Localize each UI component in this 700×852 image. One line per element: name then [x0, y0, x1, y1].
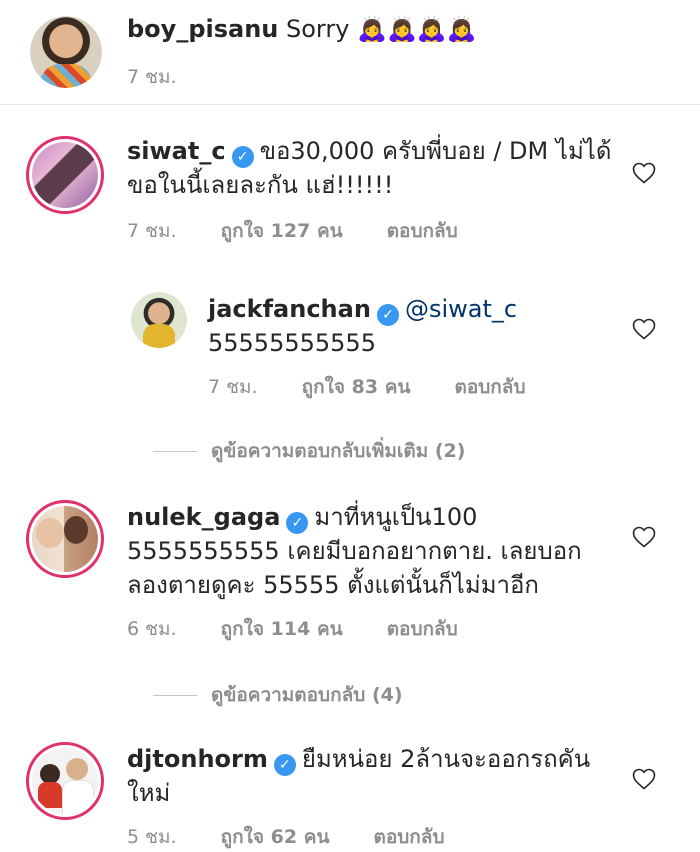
avatar[interactable]: [26, 500, 104, 578]
comment-username[interactable]: jackfanchan: [208, 295, 371, 323]
view-more-replies-label: ดูข้อความตอบกลับเพิ่มเติม (2): [211, 440, 466, 462]
reply-item: jackfanchan ✓ @siwat_c 55555555555 7 ชม. ถ…: [0, 280, 700, 400]
caption-time: 7 ชม.: [127, 66, 177, 88]
avatar-photo: [32, 142, 98, 208]
divider: [0, 104, 700, 105]
avatar[interactable]: [131, 292, 187, 348]
heart-icon[interactable]: [632, 526, 656, 548]
avatar[interactable]: [26, 742, 104, 820]
reply-button[interactable]: ตอบกลับ: [387, 614, 458, 644]
comment-username[interactable]: siwat_c: [127, 137, 226, 165]
view-more-replies-button[interactable]: ดูข้อความตอบกลับเพิ่มเติม (2): [153, 436, 465, 466]
comment-likes[interactable]: ถูกใจ 114 คน: [221, 614, 343, 644]
caption-username[interactable]: boy_pisanu: [127, 15, 278, 43]
reply-button[interactable]: ตอบกลับ: [387, 216, 458, 246]
caption-text: Sorry 🙇‍♀️🙇‍♀️🙇‍♀️🙇‍♀️: [286, 15, 477, 43]
comment-likes[interactable]: ถูกใจ 62 คน: [221, 822, 330, 852]
verified-badge-icon: ✓: [376, 304, 399, 326]
reply-button[interactable]: ตอบกลับ: [454, 372, 525, 402]
comment-time: 7 ชม.: [208, 376, 258, 398]
reply-button[interactable]: ตอบกลับ: [373, 822, 444, 852]
divider-line: [153, 694, 197, 696]
comment-item: djtonhorm ✓ ยืมหน่อย 2ล้านจะออกรถคันใหม่ 5…: [0, 730, 700, 851]
heart-icon[interactable]: [632, 768, 656, 790]
verified-badge-icon: ✓: [286, 512, 309, 534]
comment-likes[interactable]: ถูกใจ 83 คน: [302, 372, 411, 402]
comment-item: siwat_c ✓ ขอ30,000 ครับพี่บอย / DM ไม่ได้ …: [0, 122, 700, 252]
comment-likes[interactable]: ถูกใจ 127 คน: [221, 216, 343, 246]
comment-item: nulek_gaga ✓ มาที่หนูเป็น100 5555555555 เค…: [0, 488, 700, 648]
avatar[interactable]: [26, 136, 104, 214]
avatar-photo: [32, 748, 98, 814]
divider-line: [153, 450, 197, 452]
heart-icon[interactable]: [632, 318, 656, 340]
comment-time: 7 ชม.: [127, 220, 177, 242]
comment-time: 6 ชม.: [127, 618, 177, 640]
comment-time: 5 ชม.: [127, 826, 177, 848]
verified-badge-icon: ✓: [273, 754, 296, 776]
avatar[interactable]: [30, 16, 102, 88]
avatar-photo: [32, 506, 98, 572]
mention-link[interactable]: @siwat_c: [405, 295, 517, 323]
avatar-photo: [30, 16, 102, 88]
view-more-replies-button[interactable]: ดูข้อความตอบกลับ (4): [153, 680, 403, 710]
heart-icon[interactable]: [632, 162, 656, 184]
post-caption: boy_pisanu Sorry 🙇‍♀️🙇‍♀️🙇‍♀️🙇‍♀️ 7 ชม.: [0, 0, 700, 104]
verified-badge-icon: ✓: [231, 146, 254, 168]
comment-username[interactable]: djtonhorm: [127, 745, 268, 773]
comment-text: 55555555555: [208, 329, 376, 357]
avatar-photo: [131, 292, 187, 348]
comment-username[interactable]: nulek_gaga: [127, 503, 280, 531]
view-more-replies-label: ดูข้อความตอบกลับ (4): [211, 684, 403, 706]
